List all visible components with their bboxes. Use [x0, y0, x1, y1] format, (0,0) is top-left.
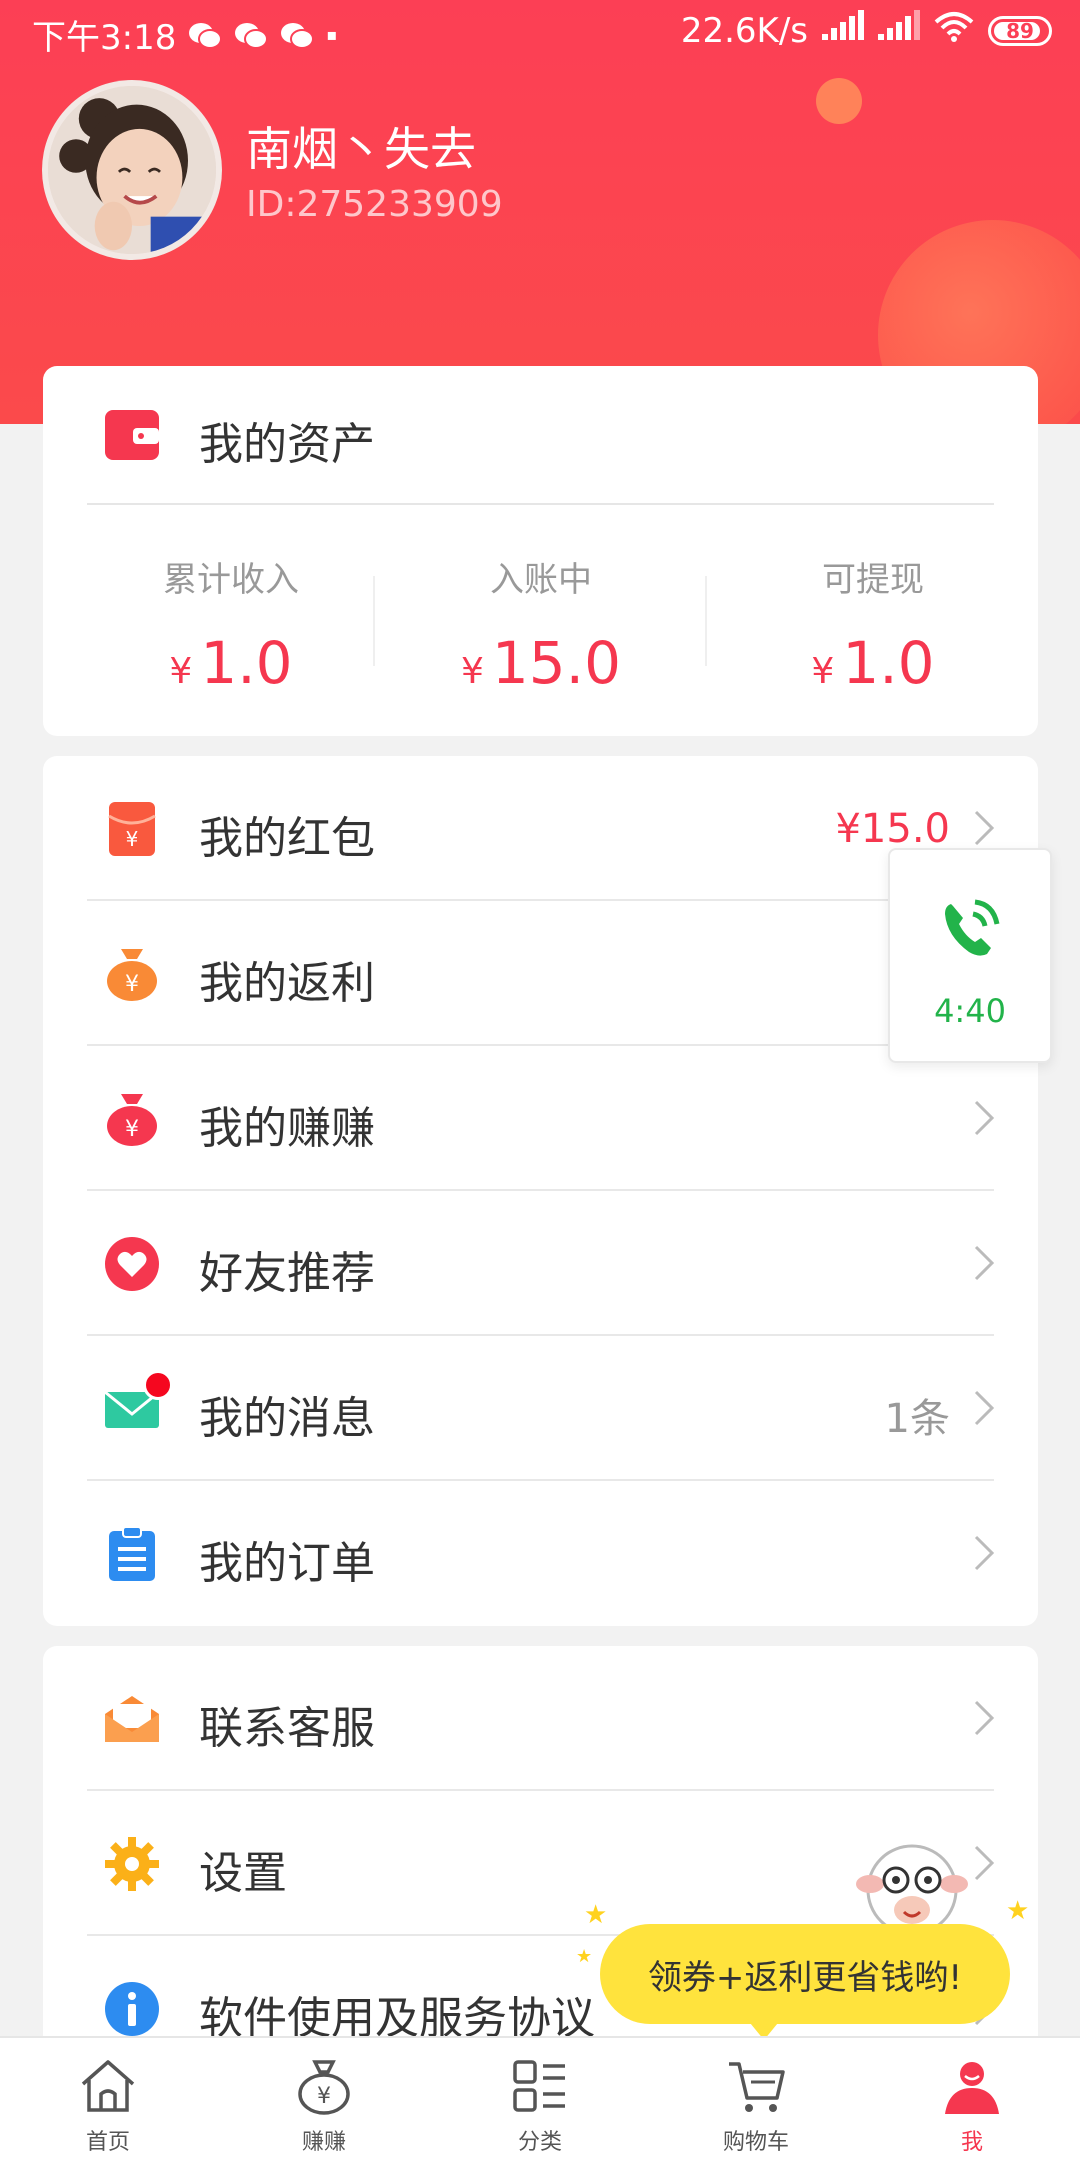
avatar[interactable] — [42, 80, 222, 260]
stat-label: 入账中 — [490, 560, 592, 600]
wallet-icon — [105, 408, 159, 462]
decorative-circle — [816, 78, 862, 124]
battery-level: 89 — [1006, 18, 1034, 43]
menu-item-label: 我的消息 — [199, 1393, 375, 1444]
money-bag-icon: ¥ — [103, 945, 161, 1003]
tab-label: 购物车 — [722, 2130, 789, 2155]
assets-header[interactable]: 我的资产 — [43, 366, 1038, 504]
promo-bubble[interactable]: 领券+返利更省钱哟! — [600, 1924, 1010, 2024]
user-id: ID:275233909 — [246, 184, 503, 225]
stat-amount: 15.0 — [491, 629, 622, 697]
phone-call-icon — [945, 899, 1000, 956]
status-time: 下午3:18 — [32, 18, 177, 58]
message-count: 1条 — [884, 1396, 950, 1442]
tab-earn[interactable]: ¥ 赚赚 — [216, 2038, 432, 2160]
wechat-icon — [280, 20, 315, 50]
home-icon — [77, 2056, 139, 2118]
chevron-right-icon — [972, 1098, 996, 1138]
stat-value: ¥15.0 — [376, 629, 706, 697]
wechat-icon — [234, 20, 269, 50]
stat-total-income[interactable]: 累计收入 ¥1.0 — [66, 552, 396, 697]
star-icon: ★ — [1006, 1896, 1030, 1926]
stat-withdrawable[interactable]: 可提现 ¥1.0 — [708, 552, 1038, 697]
star-icon: ★ — [584, 1900, 608, 1930]
menu-item-label: 我的赚赚 — [199, 1103, 375, 1154]
money-bag-outline-icon: ¥ — [293, 2056, 355, 2118]
tab-label: 分类 — [517, 2130, 562, 2155]
divider — [373, 576, 375, 666]
menu-item-label: 好友推荐 — [199, 1248, 375, 1299]
red-envelope-icon: ¥ — [103, 800, 161, 858]
svg-text:¥: ¥ — [125, 972, 139, 997]
menu-item-label: 我的订单 — [199, 1538, 375, 1589]
unread-badge — [143, 1370, 173, 1400]
currency-symbol: ¥ — [169, 651, 193, 692]
stat-pending[interactable]: 入账中 ¥15.0 — [376, 552, 706, 697]
menu-item-label: 我的红包 — [199, 813, 375, 864]
stat-label: 可提现 — [822, 560, 924, 600]
tab-label: 我 — [960, 2130, 983, 2155]
svg-text:¥: ¥ — [126, 827, 139, 851]
assets-title: 我的资产 — [199, 419, 375, 470]
stat-amount: 1.0 — [200, 629, 293, 697]
currency-symbol: ¥ — [811, 651, 835, 692]
stat-label: 累计收入 — [163, 560, 299, 600]
svg-text:¥: ¥ — [317, 2084, 331, 2109]
chevron-right-icon — [972, 1698, 996, 1738]
menu-item-messages[interactable]: 我的消息 1条 — [43, 1336, 1038, 1481]
user-icon — [941, 2056, 1003, 2118]
chevron-right-icon — [972, 1843, 996, 1883]
tab-home[interactable]: 首页 — [0, 2038, 216, 2160]
assets-card: 我的资产 累计收入 ¥1.0 入账中 ¥15.0 可提现 ¥1.0 — [43, 366, 1038, 736]
clipboard-icon — [103, 1525, 161, 1583]
battery-icon: 89 — [988, 15, 1052, 46]
call-duration: 4:40 — [934, 992, 1006, 1030]
tab-label: 首页 — [85, 2130, 130, 2155]
category-icon — [509, 2056, 571, 2118]
stat-value: ¥1.0 — [66, 629, 396, 697]
chevron-right-icon — [972, 1388, 996, 1428]
bottom-tab-bar: 首页 ¥ 赚赚 分类 购物车 我 — [0, 2036, 1080, 2160]
tab-cart[interactable]: 购物车 — [648, 2038, 864, 2160]
chevron-right-icon — [972, 808, 996, 848]
menu-item-customer-service[interactable]: 联系客服 — [43, 1646, 1038, 1791]
floating-call-widget[interactable]: 4:40 — [888, 848, 1052, 1063]
stat-amount: 1.0 — [842, 629, 935, 697]
divider — [705, 576, 707, 666]
menu-item-label: 我的返利 — [199, 958, 375, 1009]
menu-item-orders[interactable]: 我的订单 — [43, 1481, 1038, 1626]
cart-icon — [725, 2056, 787, 2118]
stat-value: ¥1.0 — [708, 629, 1038, 697]
notification-icon: ▪ — [326, 25, 338, 44]
currency-symbol: ¥ — [460, 651, 484, 692]
gear-icon — [103, 1835, 161, 1893]
wifi-icon — [932, 10, 976, 51]
heart-icon — [103, 1235, 161, 1293]
svg-text:¥: ¥ — [125, 1117, 139, 1142]
money-bag-red-icon: ¥ — [103, 1090, 161, 1148]
menu-item-referral[interactable]: 好友推荐 — [43, 1191, 1038, 1336]
wechat-icon — [188, 20, 223, 50]
network-speed: 22.6K/s — [680, 10, 808, 51]
red-envelope-amount: ¥15.0 — [835, 806, 950, 852]
menu-item-earnings[interactable]: ¥ 我的赚赚 — [43, 1046, 1038, 1191]
open-mail-icon — [103, 1690, 161, 1748]
chevron-right-icon — [972, 1243, 996, 1283]
tab-label: 赚赚 — [301, 2130, 346, 2155]
tab-me[interactable]: 我 — [864, 2038, 1080, 2160]
signal-icon — [820, 10, 864, 51]
promo-text: 领券+返利更省钱哟! — [647, 1957, 963, 1998]
divider — [87, 503, 994, 505]
menu-item-label: 设置 — [199, 1848, 287, 1899]
info-icon — [103, 1980, 161, 2038]
chevron-right-icon — [972, 1533, 996, 1573]
signal-icon — [876, 10, 920, 51]
username: 南烟丶失去 — [246, 122, 476, 176]
status-bar: 下午3:18 ▪ 22.6K/s 89 — [0, 0, 1080, 62]
menu-item-label: 联系客服 — [199, 1703, 375, 1754]
star-icon: ★ — [576, 1946, 593, 1967]
tab-category[interactable]: 分类 — [432, 2038, 648, 2160]
